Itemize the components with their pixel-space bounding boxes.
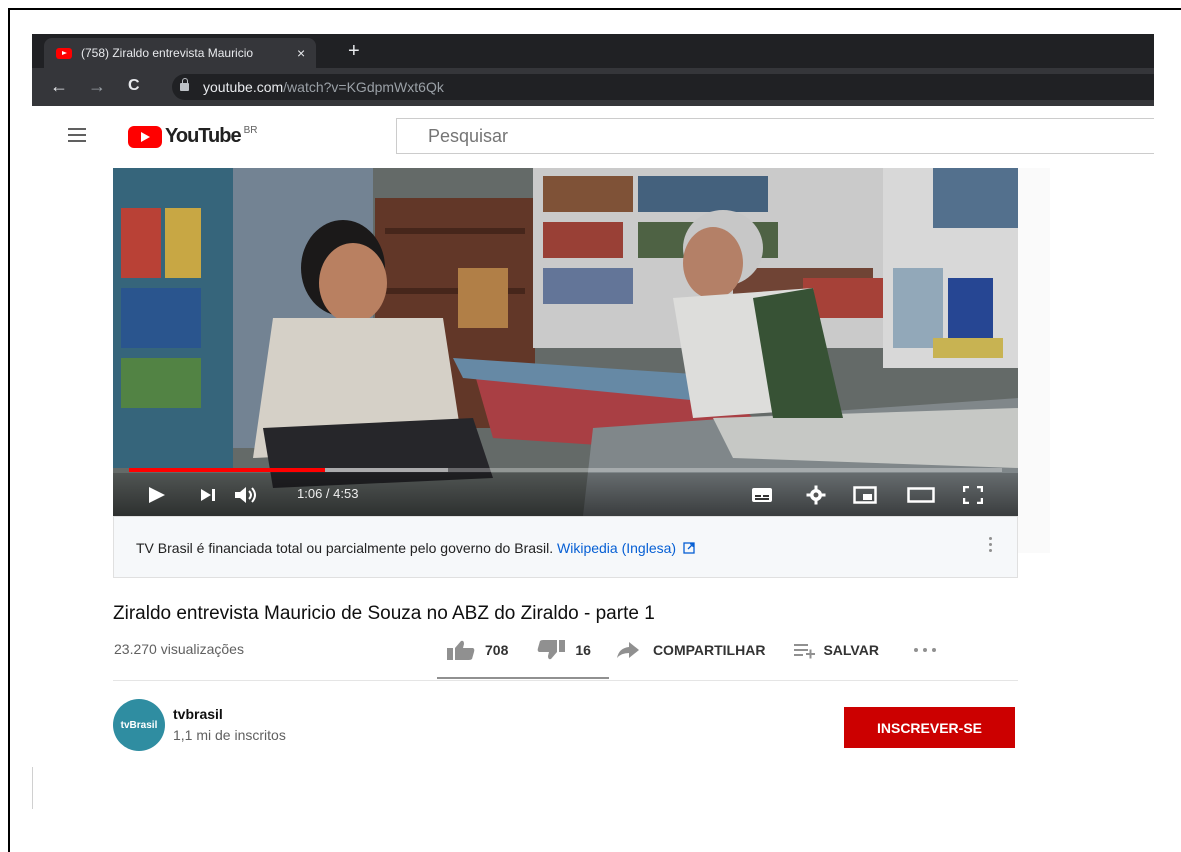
youtube-favicon-icon: [56, 47, 72, 59]
tab-close-icon[interactable]: ×: [297, 45, 305, 61]
wikipedia-link-label: Wikipedia (Inglesa): [557, 540, 677, 556]
add-to-playlist-icon: [794, 644, 816, 659]
forward-icon[interactable]: →: [88, 76, 106, 97]
save-button[interactable]: SALVAR: [793, 641, 879, 659]
settings-gear-icon[interactable]: [806, 485, 826, 505]
share-arrow-icon: [616, 642, 639, 658]
next-icon[interactable]: [199, 487, 217, 503]
video-frame-image: [113, 168, 1018, 516]
like-ratio-bar: [437, 677, 609, 679]
like-button[interactable]: 708: [446, 639, 508, 661]
browser-toolbar: ← → C youtube.com/watch?v=KGdpmWxt6Qk: [32, 68, 1154, 106]
played-bar: [129, 468, 326, 472]
address-bar[interactable]: youtube.com/watch?v=KGdpmWxt6Qk: [172, 74, 1154, 100]
browser-tab[interactable]: (758) Ziraldo entrevista Mauricio ×: [44, 38, 316, 68]
fullscreen-icon[interactable]: [963, 486, 983, 504]
channel-name[interactable]: tvbrasil: [173, 706, 223, 722]
page-margin: [1018, 168, 1050, 553]
thumbs-down-icon: [538, 640, 566, 660]
browser-tab-bar: (758) Ziraldo entrevista Mauricio × +: [32, 34, 1154, 68]
subtitles-icon[interactable]: [751, 487, 773, 503]
dislike-count: 16: [575, 642, 591, 658]
new-tab-button[interactable]: +: [348, 40, 360, 63]
external-link-icon: [683, 542, 695, 554]
info-panel: TV Brasil é financiada total ou parcialm…: [113, 516, 1018, 578]
back-icon[interactable]: ←: [50, 76, 68, 97]
reload-icon[interactable]: C: [128, 77, 140, 95]
subscriber-count: 1,1 mi de inscritos: [173, 727, 286, 743]
play-icon[interactable]: [147, 485, 167, 505]
video-actions: 708 16 COMPARTILHAR SALVAR: [446, 638, 937, 662]
page-edge: [32, 767, 33, 809]
url-host: youtube.com: [203, 79, 284, 95]
more-actions-icon[interactable]: [913, 647, 937, 653]
miniplayer-icon[interactable]: [853, 486, 877, 504]
tab-title: (758) Ziraldo entrevista Mauricio: [81, 46, 254, 60]
avatar-text: tvBrasil: [120, 719, 158, 731]
url-text: youtube.com/watch?v=KGdpmWxt6Qk: [203, 79, 444, 95]
theater-mode-icon[interactable]: [907, 487, 935, 503]
wikipedia-link[interactable]: Wikipedia (Inglesa): [557, 540, 695, 556]
search-input[interactable]: Pesquisar: [396, 118, 1154, 154]
youtube-logo[interactable]: YouTube BR: [128, 125, 257, 148]
subscribe-button[interactable]: INSCREVER-SE: [844, 707, 1015, 748]
volume-icon[interactable]: [233, 485, 259, 505]
menu-icon[interactable]: [68, 128, 86, 142]
player-controls: 1:06 / 4:53: [113, 473, 1018, 516]
time-display: 1:06 / 4:53: [297, 486, 359, 501]
logo-text: YouTube: [165, 125, 242, 147]
info-panel-text: TV Brasil é financiada total ou parcialm…: [136, 540, 554, 556]
channel-avatar[interactable]: tvBrasil: [113, 699, 165, 751]
like-count: 708: [485, 642, 509, 658]
thumbs-up-icon: [447, 640, 475, 660]
video-title: Ziraldo entrevista Mauricio de Souza no …: [113, 603, 655, 624]
progress-bar[interactable]: [129, 468, 1002, 472]
share-button[interactable]: COMPARTILHAR: [615, 640, 766, 660]
info-panel-text-line: TV Brasil é financiada total ou parcialm…: [136, 540, 695, 556]
video-player[interactable]: 1:06 / 4:53: [113, 168, 1018, 516]
youtube-header: YouTube BR Pesquisar: [32, 106, 1154, 166]
url-path: /watch?v=KGdpmWxt6Qk: [283, 79, 444, 95]
lock-icon: [180, 78, 189, 91]
region-label: BR: [243, 125, 258, 136]
youtube-play-icon: [128, 125, 162, 148]
more-options-icon[interactable]: [989, 537, 993, 555]
share-label: COMPARTILHAR: [652, 642, 766, 658]
view-count: 23.270 visualizações: [114, 641, 244, 657]
dislike-button[interactable]: 16: [536, 639, 591, 661]
save-label: SALVAR: [823, 642, 879, 658]
divider: [113, 680, 1018, 681]
